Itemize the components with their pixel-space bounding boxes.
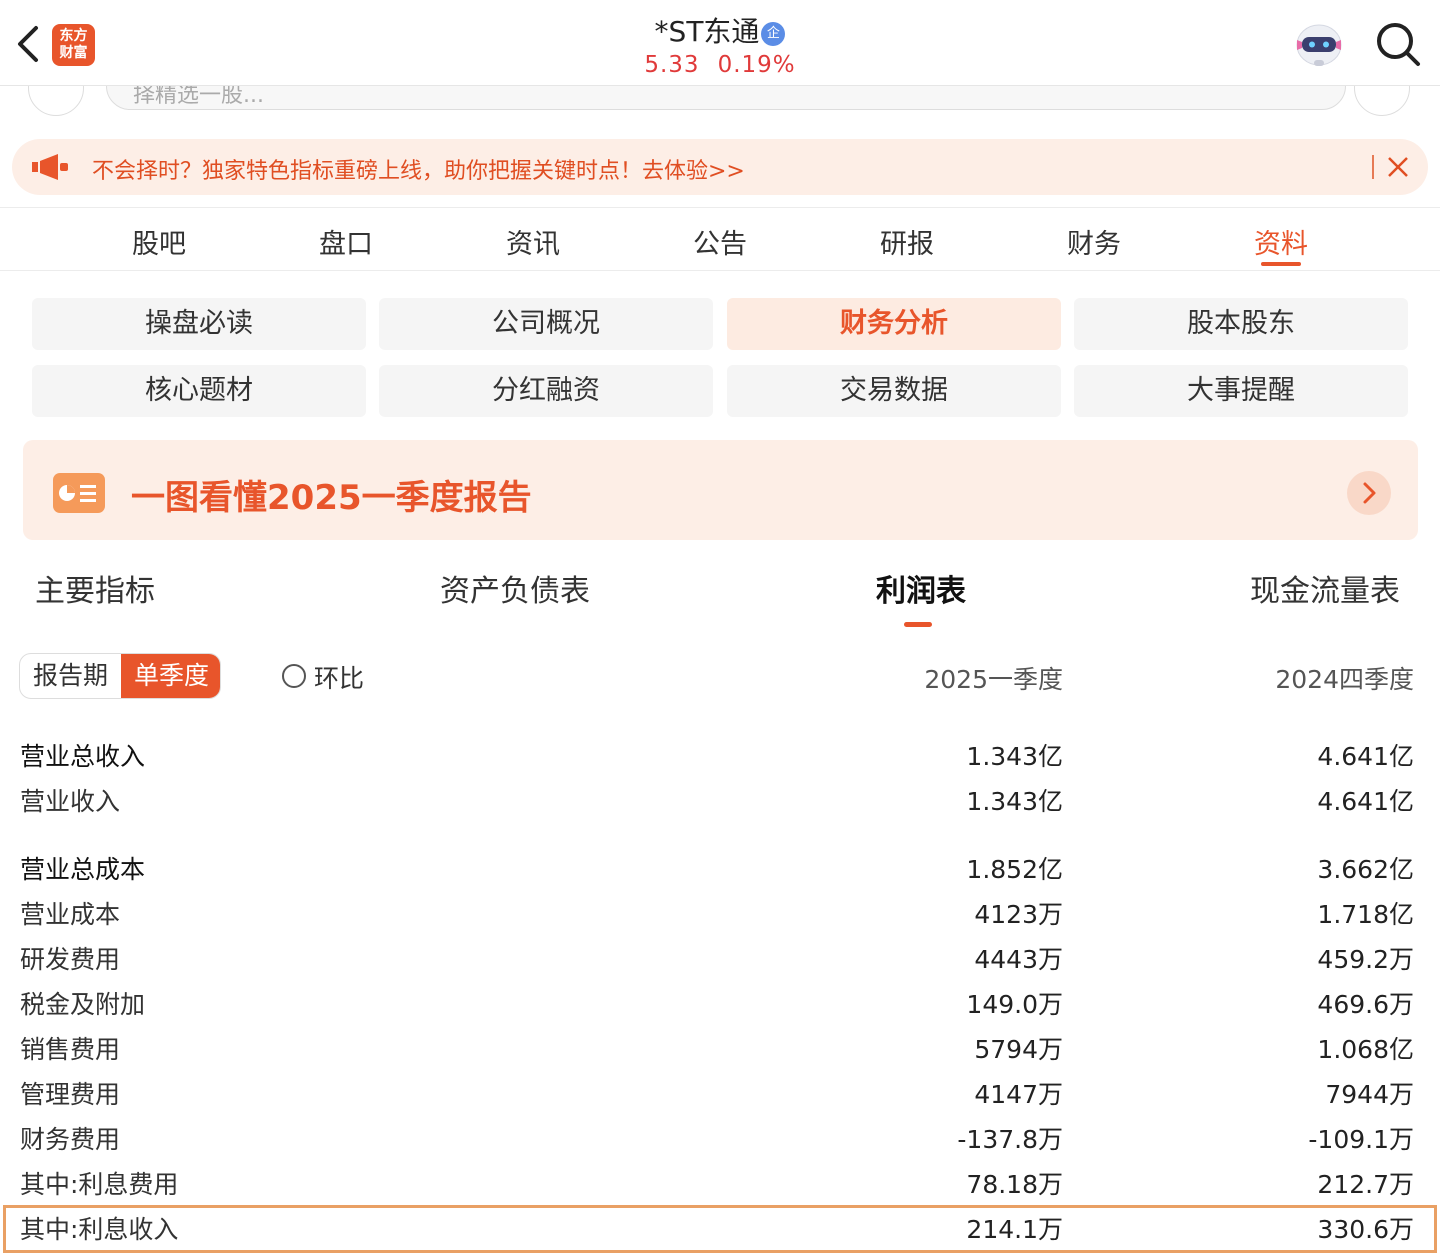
- tab-active-underline: [1261, 262, 1301, 266]
- stock-quote: 5.33 0.19%: [0, 52, 1440, 78]
- table-row[interactable]: 营业成本 4123万 1.718亿: [0, 889, 1440, 933]
- row-label: 研发费用: [20, 945, 121, 974]
- toggle-report-period[interactable]: 报告期: [20, 654, 121, 698]
- row-label: 财务费用: [20, 1125, 121, 1154]
- table-row[interactable]: 财务费用 -137.8万 -109.1万: [0, 1114, 1440, 1158]
- tab-guba[interactable]: 股吧: [99, 222, 219, 261]
- tab-profile[interactable]: 资料: [1221, 222, 1341, 261]
- robot-assistant-icon[interactable]: [1292, 20, 1346, 70]
- quote-board-icon[interactable]: [28, 86, 84, 116]
- period-toggle: 报告期 单季度: [19, 653, 221, 699]
- row-value-2025q1: 1.343亿: [966, 787, 1063, 816]
- qoq-radio[interactable]: [282, 664, 306, 688]
- grid-dividend-financing[interactable]: 分红融资: [379, 365, 713, 417]
- row-value-2024q4: 4.641亿: [1317, 742, 1414, 771]
- row-value-2024q4: -109.1万: [1308, 1125, 1414, 1154]
- filter-settings-icon[interactable]: [1354, 86, 1410, 116]
- table-row[interactable]: 营业总收入 1.343亿 4.641亿: [0, 731, 1440, 775]
- stock-title[interactable]: *ST东通企: [0, 10, 1440, 50]
- grid-trading-guide[interactable]: 操盘必读: [32, 298, 366, 350]
- grid-core-themes[interactable]: 核心题材: [32, 365, 366, 417]
- table-row[interactable]: 税金及附加 149.0万 469.6万: [0, 979, 1440, 1023]
- toggle-single-quarter[interactable]: 单季度: [121, 654, 220, 698]
- grid-financial-analysis[interactable]: 财务分析: [727, 298, 1061, 350]
- promo-banner[interactable]: 不会择时？独家特色指标重磅上线，助你把握关键时点！去体验>>: [12, 139, 1428, 195]
- tab-news[interactable]: 资讯: [473, 222, 593, 261]
- row-value-2024q4: 7944万: [1325, 1080, 1414, 1109]
- highlight-box: [3, 1205, 1437, 1253]
- banner-divider: [1372, 155, 1374, 179]
- search-strip: 择精选一股...: [0, 86, 1440, 116]
- row-value-2024q4: 1.718亿: [1317, 900, 1414, 929]
- stock-price: 5.33: [644, 52, 700, 78]
- table-row[interactable]: 研发费用 4443万 459.2万: [0, 934, 1440, 978]
- row-value-2025q1: 4443万: [974, 945, 1063, 974]
- subtab-active-underline: [904, 622, 932, 627]
- row-label: 营业总成本: [20, 855, 146, 884]
- column-header-2024q4: 2024四季度: [1275, 665, 1414, 694]
- row-label: 营业收入: [20, 787, 121, 816]
- table-row[interactable]: 销售费用 5794万 1.068亿: [0, 1024, 1440, 1068]
- report-chart-icon: [53, 473, 105, 513]
- subtab-income-statement[interactable]: 利润表: [876, 566, 966, 610]
- grid-company-overview[interactable]: 公司概况: [379, 298, 713, 350]
- table-row[interactable]: 其中:利息费用 78.18万 212.7万: [0, 1159, 1440, 1203]
- row-label: 营业成本: [20, 900, 121, 929]
- tab-announcements[interactable]: 公告: [660, 222, 780, 261]
- stock-change: 0.19%: [717, 52, 796, 78]
- search-icon[interactable]: [1374, 20, 1422, 68]
- table-row[interactable]: 管理费用 4147万 7944万: [0, 1069, 1440, 1113]
- grid-events-reminder[interactable]: 大事提醒: [1074, 365, 1408, 417]
- row-value-2025q1: 149.0万: [966, 990, 1063, 1019]
- app-header: 东方 财富 *ST东通企 5.33 0.19%: [0, 0, 1440, 86]
- report-title: 一图看懂2025一季度报告: [131, 478, 532, 518]
- row-label: 销售费用: [20, 1035, 121, 1064]
- grid-shareholders[interactable]: 股本股东: [1074, 298, 1408, 350]
- tab-pankou[interactable]: 盘口: [286, 222, 406, 261]
- table-row[interactable]: 营业收入 1.343亿 4.641亿: [0, 776, 1440, 820]
- subtab-balance-sheet[interactable]: 资产负债表: [440, 566, 590, 610]
- row-value-2024q4: 4.641亿: [1317, 787, 1414, 816]
- row-value-2025q1: -137.8万: [957, 1125, 1063, 1154]
- row-value-2024q4: 459.2万: [1317, 945, 1414, 974]
- report-summary-card[interactable]: 一图看懂2025一季度报告: [23, 440, 1418, 540]
- tab-finance[interactable]: 财务: [1034, 222, 1154, 261]
- grid-trading-data[interactable]: 交易数据: [727, 365, 1061, 417]
- row-value-2024q4: 3.662亿: [1317, 855, 1414, 884]
- row-value-2024q4: 469.6万: [1317, 990, 1414, 1019]
- column-header-2025q1: 2025一季度: [924, 665, 1063, 694]
- megaphone-icon: [32, 154, 68, 180]
- qoq-label[interactable]: 环比: [314, 659, 364, 695]
- row-label: 税金及附加: [20, 990, 146, 1019]
- top-nav: 股吧 盘口 资讯 公告 研报 财务 资料: [0, 207, 1440, 271]
- row-label: 其中:利息费用: [20, 1170, 179, 1199]
- close-icon[interactable]: [1384, 153, 1412, 181]
- row-value-2025q1: 5794万: [974, 1035, 1063, 1064]
- chevron-right-icon[interactable]: [1347, 471, 1391, 515]
- row-value-2025q1: 4123万: [974, 900, 1063, 929]
- search-input[interactable]: 择精选一股...: [106, 86, 1346, 110]
- enterprise-badge: 企: [761, 22, 786, 46]
- tab-research[interactable]: 研报: [847, 222, 967, 261]
- row-value-2024q4: 212.7万: [1317, 1170, 1414, 1199]
- row-label: 营业总收入: [20, 742, 146, 771]
- banner-text[interactable]: 不会择时？独家特色指标重磅上线，助你把握关键时点！去体验>>: [92, 153, 745, 185]
- subtab-cash-flow[interactable]: 现金流量表: [1250, 566, 1400, 610]
- row-value-2025q1: 1.852亿: [966, 855, 1063, 884]
- row-value-2025q1: 78.18万: [966, 1170, 1063, 1199]
- subtab-key-indicators[interactable]: 主要指标: [35, 566, 155, 610]
- stock-name: *ST东通: [654, 15, 760, 48]
- row-value-2025q1: 4147万: [974, 1080, 1063, 1109]
- row-value-2024q4: 1.068亿: [1317, 1035, 1414, 1064]
- row-label: 管理费用: [20, 1080, 121, 1109]
- row-value-2025q1: 1.343亿: [966, 742, 1063, 771]
- table-row[interactable]: 营业总成本 1.852亿 3.662亿: [0, 844, 1440, 888]
